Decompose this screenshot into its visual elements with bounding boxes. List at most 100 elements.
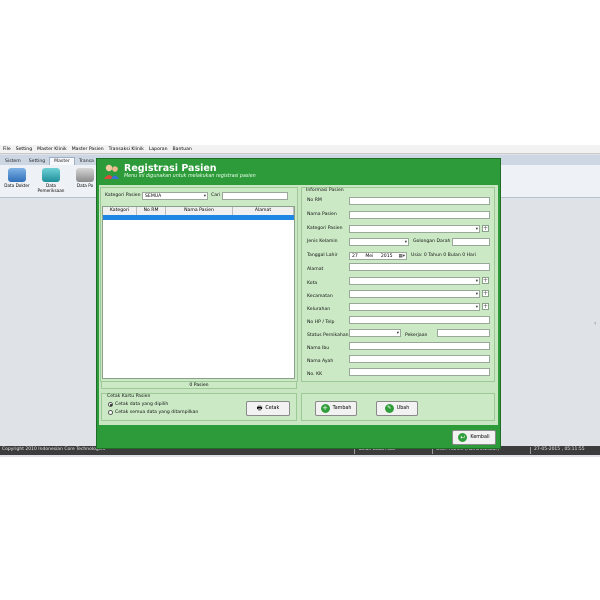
chevron-down-icon: ▾ bbox=[203, 194, 206, 199]
kecamatan-select[interactable]: ▾ bbox=[349, 290, 480, 298]
column-alamat[interactable]: Alamat bbox=[233, 207, 294, 215]
tambah-button[interactable]: + Tambah bbox=[315, 401, 357, 416]
chevron-down-icon: ▾ bbox=[396, 331, 399, 336]
menu-bar: File Setting Master Klinik Master Pasien… bbox=[0, 145, 600, 154]
tgl-year: 2015 bbox=[380, 254, 393, 259]
tab-transaksi[interactable]: Transa bbox=[75, 158, 98, 165]
nama-pasien-label: Nama Pasien bbox=[307, 212, 337, 217]
cetak-label: Cetak bbox=[265, 406, 280, 411]
ubah-button[interactable]: ✎ Ubah bbox=[376, 401, 418, 416]
tanggal-lahir-label: Tanggal Lahir bbox=[307, 253, 338, 258]
kategori-pasien-select[interactable]: ▾ bbox=[349, 225, 480, 233]
menu-master-pasien[interactable]: Master Pasien bbox=[72, 147, 104, 152]
column-kategori[interactable]: Kategori bbox=[103, 207, 137, 215]
back-icon: ↩ bbox=[458, 433, 468, 442]
nama-ibu-field[interactable] bbox=[349, 342, 490, 350]
no-rm-label: No RM bbox=[307, 198, 322, 203]
cari-label: Cari bbox=[211, 193, 221, 198]
doctor-icon bbox=[8, 168, 26, 182]
print-legend: Cetak Kartu Pasien bbox=[107, 394, 151, 399]
dialog-title: Registrasi Pasien bbox=[124, 163, 217, 174]
data-pemeriksaan-label: Data Pemeriksaan bbox=[37, 183, 65, 193]
stethoscope-icon bbox=[42, 168, 60, 182]
print-all-radio[interactable] bbox=[108, 410, 113, 415]
kembali-button[interactable]: ↩ Kembali bbox=[452, 430, 496, 445]
menu-bantuan[interactable]: Bantuan bbox=[173, 147, 192, 152]
pekerjaan-label: Pekerjaan bbox=[405, 333, 428, 338]
no-rm-field[interactable] bbox=[349, 197, 490, 205]
kategori-filter-select[interactable]: SEMUA ▾ bbox=[142, 192, 208, 200]
jenis-kelamin-label: Jenis Kelamin bbox=[307, 239, 338, 244]
tab-sistem[interactable]: Sistem bbox=[1, 158, 25, 165]
print-all-label: Cetak semua data yang ditampilkan bbox=[115, 410, 199, 415]
add-kota-icon[interactable]: + bbox=[482, 277, 489, 284]
tab-master[interactable]: Master bbox=[49, 157, 75, 165]
status-pernikahan-select[interactable]: ▾ bbox=[349, 329, 401, 337]
alamat-field[interactable] bbox=[349, 263, 490, 271]
column-no-rm[interactable]: No RM bbox=[137, 207, 166, 215]
menu-laporan[interactable]: Laporan bbox=[149, 147, 168, 152]
patients-icon bbox=[103, 163, 120, 180]
add-kecamatan-icon[interactable]: + bbox=[482, 290, 489, 297]
data-dokter-button[interactable]: Data Dokter bbox=[2, 167, 32, 197]
golongan-darah-label: Golongan Darah bbox=[413, 239, 451, 244]
kota-label: Kota bbox=[307, 281, 318, 286]
menu-transaksi-klinik[interactable]: Transaksi Klinik bbox=[109, 147, 144, 152]
cetak-button[interactable]: 🖶 Cetak bbox=[246, 401, 290, 416]
chevron-down-icon: ▾ bbox=[475, 227, 478, 232]
calendar-icon[interactable]: ▦▾ bbox=[398, 253, 405, 259]
tab-setting[interactable]: Setting bbox=[25, 158, 49, 165]
nama-ibu-label: Nama Ibu bbox=[307, 346, 330, 351]
jenis-kelamin-select[interactable]: ▾ bbox=[349, 238, 409, 246]
edit-icon: ✎ bbox=[384, 404, 394, 413]
alamat-label: Alamat bbox=[307, 267, 324, 272]
dialog-subtitle: Menu ini digunakan untuk melakukan regis… bbox=[124, 174, 256, 179]
usia-text: Usia: 0 Tahun 0 Bulan 0 Hari bbox=[411, 253, 477, 258]
column-nama-pasien[interactable]: Nama Pasien bbox=[166, 207, 233, 215]
menu-file[interactable]: File bbox=[3, 147, 11, 152]
kategori-pasien-label: Kategori Pasien bbox=[307, 226, 343, 231]
chevron-down-icon: ▾ bbox=[475, 292, 478, 297]
nama-pasien-field[interactable] bbox=[349, 211, 490, 219]
print-selected-label: Cetak data yang dipilih bbox=[115, 402, 169, 407]
no-kk-field[interactable] bbox=[349, 368, 490, 376]
print-selected-radio[interactable] bbox=[108, 402, 113, 407]
chevron-down-icon: ▾ bbox=[404, 240, 407, 245]
clinic-icon bbox=[76, 168, 94, 182]
chevron-down-icon: ▾ bbox=[475, 279, 478, 284]
patient-count: 0 Pasien bbox=[101, 381, 297, 389]
table-row-selected[interactable] bbox=[103, 215, 294, 220]
kota-select[interactable]: ▾ bbox=[349, 277, 480, 285]
tgl-day: 27 bbox=[352, 254, 358, 259]
patient-table[interactable] bbox=[102, 206, 295, 379]
kategori-filter-value: SEMUA bbox=[145, 194, 162, 199]
golongan-darah-field[interactable] bbox=[452, 238, 490, 246]
info-legend: Informasi Pasien bbox=[306, 188, 344, 193]
add-kategori-icon[interactable]: + bbox=[482, 225, 489, 232]
pekerjaan-field[interactable] bbox=[437, 329, 490, 337]
status-pernikahan-label: Status Pernikahan bbox=[307, 333, 349, 338]
search-input[interactable] bbox=[222, 192, 288, 200]
data-pemeriksaan-button[interactable]: Data Pemeriksaan bbox=[36, 167, 66, 197]
kelurahan-select[interactable]: ▾ bbox=[349, 303, 480, 311]
nama-ayah-field[interactable] bbox=[349, 355, 490, 363]
menu-master-klinik[interactable]: Master Klinik bbox=[37, 147, 67, 152]
data-dokter-label: Data Dokter bbox=[4, 183, 30, 188]
menu-setting[interactable]: Setting bbox=[16, 147, 32, 152]
status-datetime: 27-05-2015 , 05:11:55 bbox=[534, 447, 585, 452]
tambah-label: Tambah bbox=[332, 406, 352, 411]
no-hp-field[interactable] bbox=[349, 316, 490, 324]
kembali-label: Kembali bbox=[470, 435, 490, 440]
add-icon: + bbox=[320, 404, 330, 413]
no-hp-label: No HP / Telp bbox=[307, 320, 335, 325]
no-kk-label: No. KK bbox=[307, 372, 323, 377]
kecamatan-label: Kecamatan bbox=[307, 294, 333, 299]
chevron-down-icon: ▾ bbox=[475, 305, 478, 310]
tgl-month: Mei bbox=[365, 254, 374, 259]
scroll-arrow-icon[interactable]: ‹ bbox=[594, 320, 596, 327]
add-kelurahan-icon[interactable]: + bbox=[482, 303, 489, 310]
printer-icon: 🖶 bbox=[256, 404, 263, 412]
tanggal-lahir-picker[interactable]: 27 Mei 2015 ▦▾ bbox=[349, 252, 407, 260]
status-copyright: Copyright 2010 Indonesian Core Technolog… bbox=[2, 447, 106, 452]
kategori-filter-label: Kategori Pasien bbox=[105, 193, 141, 198]
